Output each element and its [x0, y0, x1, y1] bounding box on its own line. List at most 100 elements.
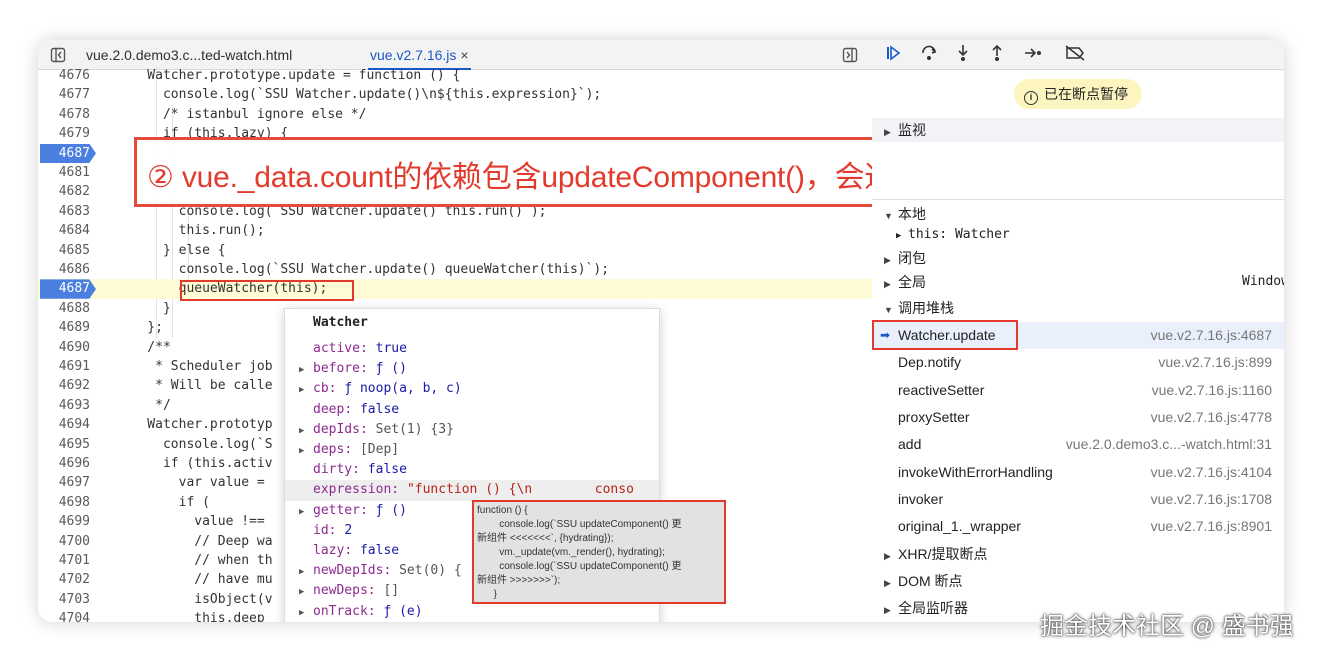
breakpoint-marker[interactable]: 4687 — [40, 143, 96, 163]
line-number[interactable]: 4681 — [38, 163, 98, 182]
property-value: ƒ () — [375, 502, 407, 518]
code-text: isObject(v — [116, 591, 273, 607]
property-colon: : — [328, 381, 345, 397]
section-scope-local[interactable]: ▼ 本地 — [872, 202, 1284, 226]
frame-location[interactable]: vue.v2.7.16.js:4778 — [1151, 404, 1272, 431]
code-text: // have mu — [116, 572, 273, 588]
section-global[interactable]: ▶ 全局 Window — [872, 270, 1284, 294]
popover-property-row[interactable]: ▶ depIds: Set(1) {3} — [299, 420, 659, 440]
info-icon: i — [1024, 91, 1038, 105]
code-line: 4684 this.run(); — [38, 221, 872, 240]
frame-location[interactable]: vue.v2.7.16.js:4104 — [1151, 459, 1272, 486]
section-dom-breakpoints[interactable]: ▶ DOM 断点 — [872, 569, 1284, 593]
call-stack-frame[interactable]: invokeWithErrorHandling vue.v2.7.16.js:41… — [872, 459, 1284, 486]
line-number[interactable]: 4703 — [38, 590, 98, 609]
code-text: Watcher.prototyp — [116, 417, 273, 433]
property-key: cb — [313, 381, 329, 397]
line-number[interactable]: 4704 — [38, 609, 98, 622]
line-number[interactable]: 4679 — [38, 124, 98, 143]
frame-location[interactable]: vue.v2.7.16.js:1708 — [1151, 486, 1272, 513]
section-closure[interactable]: ▶ 闭包 — [872, 246, 1284, 270]
popover-property-row[interactable]: dirty: false — [299, 460, 659, 480]
popover-property-row[interactable]: ▶ cb: ƒ noop(a, b, c) — [299, 379, 659, 399]
property-value: true — [375, 341, 407, 356]
line-number[interactable]: 4693 — [38, 396, 98, 415]
step-icon[interactable] — [1022, 44, 1044, 66]
deactivate-breakpoints-icon[interactable] — [1062, 44, 1088, 66]
popover-property-row[interactable]: ▶ before: ƒ () — [299, 359, 659, 379]
call-stack-frame[interactable]: Dep.notify vue.v2.7.16.js:899 — [872, 349, 1284, 376]
section-xhr-breakpoints[interactable]: ▶ XHR/提取断点 — [872, 542, 1284, 566]
line-number[interactable]: 4676 — [38, 66, 98, 85]
line-number[interactable]: 4682 — [38, 182, 98, 201]
devtools-window: vue.2.0.demo3.c...ted-watch.html vue.v2.… — [38, 40, 1284, 622]
line-number[interactable]: 4689 — [38, 318, 98, 337]
paused-status-badge: i 已在断点暂停 — [1014, 79, 1142, 109]
line-number[interactable]: 4691 — [38, 357, 98, 376]
global-value: Window — [1242, 274, 1284, 289]
popover-property-row[interactable]: deep: false — [299, 400, 659, 420]
call-stack-frame[interactable]: proxySetter vue.v2.7.16.js:4778 — [872, 404, 1284, 431]
line-number[interactable]: 4690 — [38, 338, 98, 357]
debugger-toolbar — [872, 40, 1284, 70]
line-number[interactable]: 4692 — [38, 376, 98, 395]
section-call-stack[interactable]: ▼ 调用堆栈 — [872, 296, 1284, 320]
line-number[interactable]: 4677 — [38, 85, 98, 104]
step-into-icon[interactable] — [952, 44, 974, 66]
line-number[interactable]: 4678 — [38, 105, 98, 124]
breakpoint-marker[interactable]: 4687 — [40, 279, 96, 299]
frame-location[interactable]: vue.v2.7.16.js:1160 — [1152, 377, 1272, 404]
code-text: this.run(); — [116, 223, 265, 239]
code-text: /** — [116, 339, 171, 355]
call-stack-frame[interactable]: reactiveSetter vue.v2.7.16.js:1160 — [872, 377, 1284, 404]
section-watch[interactable]: ▶ 监视 — [872, 118, 1284, 142]
step-out-icon[interactable] — [986, 44, 1008, 66]
line-number[interactable]: 4696 — [38, 454, 98, 473]
line-number[interactable]: 4698 — [38, 493, 98, 512]
line-number[interactable]: 4695 — [38, 435, 98, 454]
call-stack-frame[interactable]: original_1._wrapper vue.v2.7.16.js:8901 — [872, 513, 1284, 540]
line-number[interactable]: 4694 — [38, 415, 98, 434]
scope-this-row[interactable]: ▶ this: Watcher — [872, 224, 1284, 246]
code-text: /* istanbul ignore else */ — [116, 106, 367, 122]
code-line: 4678 /* istanbul ignore else */ — [38, 105, 872, 124]
resume-icon[interactable] — [882, 44, 904, 66]
highlight-box-current-frame — [872, 320, 1018, 350]
section-watch-label: 监视 — [898, 122, 926, 138]
line-number[interactable]: 4684 — [38, 221, 98, 240]
line-number[interactable]: 4683 — [38, 202, 98, 221]
line-number[interactable]: 4699 — [38, 512, 98, 531]
line-number[interactable]: 4685 — [38, 241, 98, 260]
close-tab-icon[interactable]: × — [460, 47, 468, 63]
popover-property-row[interactable]: expression: "function () {\n conso — [285, 480, 659, 501]
popover-property-row[interactable]: ▶ deps: [Dep] — [299, 440, 659, 460]
tab-vue-js-label: vue.v2.7.16.js — [370, 47, 457, 63]
expand-triangle-icon: ▶ — [299, 506, 305, 517]
section-global-listeners-label: 全局监听器 — [898, 600, 968, 616]
call-stack-frame[interactable]: add vue.2.0.demo3.c...-watch.html:31 — [872, 431, 1284, 458]
popover-property-row[interactable]: ▶ onTrack: ƒ (e) — [299, 602, 659, 622]
frame-location[interactable]: vue.v2.7.16.js:4687 — [1151, 322, 1272, 349]
line-number[interactable]: 4697 — [38, 473, 98, 492]
line-number[interactable]: 4686 — [38, 260, 98, 279]
code-line: 4685 } else { — [38, 241, 872, 260]
code-line: 4677 console.log(`SSU Watcher.update()\n… — [38, 85, 872, 104]
line-number[interactable]: 4702 — [38, 570, 98, 589]
toggle-navigator-icon[interactable] — [50, 47, 66, 63]
line-number[interactable]: 4700 — [38, 532, 98, 551]
expand-triangle-icon: ▶ — [299, 425, 305, 436]
line-number[interactable]: 4688 — [38, 299, 98, 318]
code-text: var value = — [116, 475, 265, 491]
property-key: deep — [313, 401, 345, 417]
step-over-icon[interactable] — [918, 44, 940, 66]
frame-location[interactable]: vue.v2.7.16.js:899 — [1158, 349, 1272, 376]
popover-property-row[interactable]: active: true — [299, 339, 659, 359]
frame-location[interactable]: vue.2.0.demo3.c...-watch.html:31 — [1066, 431, 1272, 458]
property-key: onTrack — [313, 603, 368, 619]
frame-location[interactable]: vue.v2.7.16.js:8901 — [1151, 513, 1272, 540]
property-colon: : — [344, 543, 360, 558]
call-stack-frame[interactable]: invoker vue.v2.7.16.js:1708 — [872, 486, 1284, 513]
line-number[interactable]: 4701 — [38, 551, 98, 570]
toggle-debugger-icon[interactable] — [842, 47, 858, 63]
property-value: false — [359, 401, 400, 417]
